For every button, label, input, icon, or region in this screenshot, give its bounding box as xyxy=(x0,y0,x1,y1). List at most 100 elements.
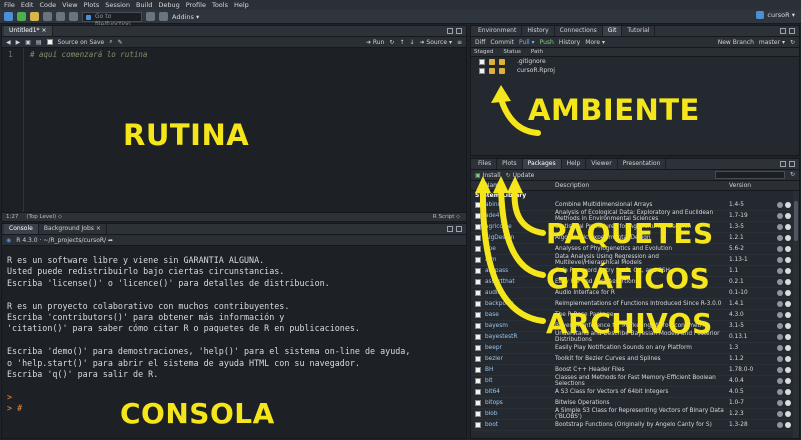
project-menu[interactable]: cursoR ▾ xyxy=(756,11,795,19)
package-row[interactable]: bit64 A S3 Class for Vectors of 64bit Int… xyxy=(471,387,799,398)
col-status[interactable]: Status xyxy=(503,49,521,55)
tab-history[interactable]: History xyxy=(522,26,555,36)
outline-icon[interactable]: ≡ xyxy=(457,39,462,46)
web-icon[interactable] xyxy=(777,422,783,428)
web-icon[interactable] xyxy=(777,246,783,252)
package-row[interactable]: bezier Toolkit for Bezier Curves and Spli… xyxy=(471,354,799,365)
back-icon[interactable]: ◀ xyxy=(6,39,11,46)
remove-package-icon[interactable] xyxy=(785,422,791,428)
source-on-save-checkbox[interactable] xyxy=(46,39,53,45)
remove-package-icon[interactable] xyxy=(785,301,791,307)
save-file-icon[interactable]: ▤ xyxy=(36,39,42,46)
code-editor[interactable]: 1 # aquí comenzará lo rutina RUTINA xyxy=(2,48,466,212)
console-path[interactable]: R 4.3.0 · ~/R_projects/cursoR/ ➦ xyxy=(16,237,113,244)
web-icon[interactable] xyxy=(777,268,783,274)
web-icon[interactable] xyxy=(777,235,783,241)
package-load-checkbox[interactable] xyxy=(475,389,481,395)
scrollbar-thumb[interactable] xyxy=(794,201,798,241)
scope-selector[interactable]: (Top Level) ⬦ xyxy=(26,214,61,221)
wand-icon[interactable]: ✎ xyxy=(118,39,123,46)
web-icon[interactable] xyxy=(777,411,783,417)
package-name[interactable]: BH xyxy=(485,367,555,373)
col-staged[interactable]: Staged xyxy=(474,49,493,55)
stage-checkbox[interactable] xyxy=(479,58,485,65)
package-name[interactable]: blob xyxy=(485,411,555,417)
package-row[interactable]: beepr Easily Play Notification Sounds on … xyxy=(471,343,799,354)
diff-button[interactable]: Diff xyxy=(475,39,485,46)
package-load-checkbox[interactable] xyxy=(475,367,481,373)
remove-package-icon[interactable] xyxy=(785,345,791,351)
web-icon[interactable] xyxy=(777,202,783,208)
menu-item-plots[interactable]: Plots xyxy=(84,1,100,9)
package-load-checkbox[interactable] xyxy=(475,422,481,428)
menu-item-code[interactable]: Code xyxy=(39,1,56,9)
tab-git[interactable]: Git xyxy=(602,26,623,36)
package-name[interactable]: bit xyxy=(485,378,555,384)
file-type-selector[interactable]: R Script ⬦ xyxy=(433,214,460,221)
web-icon[interactable] xyxy=(777,345,783,351)
menu-item-view[interactable]: View xyxy=(62,1,77,9)
down-icon[interactable]: ↓ xyxy=(409,39,414,46)
remove-package-icon[interactable] xyxy=(785,334,791,340)
print-icon[interactable] xyxy=(69,12,78,21)
files-window-controls[interactable] xyxy=(780,161,795,167)
maximize-icon[interactable] xyxy=(456,226,462,232)
remove-package-icon[interactable] xyxy=(785,202,791,208)
remove-package-icon[interactable] xyxy=(785,224,791,230)
menu-item-profile[interactable]: Profile xyxy=(186,1,206,9)
maximize-icon[interactable] xyxy=(789,28,795,34)
web-icon[interactable] xyxy=(777,389,783,395)
web-icon[interactable] xyxy=(777,356,783,362)
remove-package-icon[interactable] xyxy=(785,367,791,373)
col-description[interactable]: Description xyxy=(555,182,725,189)
maximize-icon[interactable] xyxy=(789,161,795,167)
console-window-controls[interactable] xyxy=(447,226,462,232)
minimize-icon[interactable] xyxy=(447,226,453,232)
tab-tutorial[interactable]: Tutorial xyxy=(622,26,656,36)
package-name[interactable]: bitops xyxy=(485,400,555,406)
remove-package-icon[interactable] xyxy=(785,213,791,219)
package-name[interactable]: beepr xyxy=(485,345,555,351)
remove-package-icon[interactable] xyxy=(785,246,791,252)
menu-item-session[interactable]: Session xyxy=(105,1,130,9)
pull-button[interactable]: Pull ▾ xyxy=(519,39,535,46)
editor-tab[interactable]: Untitled1* × xyxy=(4,26,53,36)
git-file-row[interactable]: .gitignore xyxy=(471,57,799,66)
package-row[interactable]: boot Bootstrap Functions (Originally by A… xyxy=(471,420,799,431)
new-branch-button[interactable]: New Branch xyxy=(718,39,754,46)
tab-environment[interactable]: Environment xyxy=(473,26,523,36)
tab-background-jobs[interactable]: Background Jobs × xyxy=(38,224,107,234)
web-icon[interactable] xyxy=(777,367,783,373)
run-button[interactable]: ➜ Run xyxy=(366,39,384,46)
refresh-icon[interactable]: ↻ xyxy=(790,171,795,179)
web-icon[interactable] xyxy=(777,301,783,307)
code-line[interactable]: # aquí comenzará lo rutina xyxy=(30,50,147,59)
save-all-icon[interactable] xyxy=(56,12,65,21)
remove-package-icon[interactable] xyxy=(785,312,791,318)
package-load-checkbox[interactable] xyxy=(475,378,481,384)
col-version[interactable]: Version xyxy=(725,182,765,189)
tab-console[interactable]: Console xyxy=(4,224,39,234)
new-file-icon[interactable] xyxy=(4,12,13,21)
history-button[interactable]: History xyxy=(559,39,580,46)
packages-scrollbar[interactable] xyxy=(793,191,799,438)
package-load-checkbox[interactable] xyxy=(475,345,481,351)
remove-package-icon[interactable] xyxy=(785,411,791,417)
package-load-checkbox[interactable] xyxy=(475,411,481,417)
goto-file-input[interactable]: Go to file/function xyxy=(82,11,142,28)
remove-package-icon[interactable] xyxy=(785,279,791,285)
package-name[interactable]: boot xyxy=(485,422,555,428)
remove-package-icon[interactable] xyxy=(785,323,791,329)
web-icon[interactable] xyxy=(777,378,783,384)
package-name[interactable]: bezier xyxy=(485,356,555,362)
web-icon[interactable] xyxy=(777,224,783,230)
tab-connections[interactable]: Connections xyxy=(554,26,603,36)
web-icon[interactable] xyxy=(777,334,783,340)
web-icon[interactable] xyxy=(777,323,783,329)
package-search-input[interactable] xyxy=(714,171,785,179)
addins-menu[interactable]: Addins ▾ xyxy=(172,13,199,21)
remove-package-icon[interactable] xyxy=(785,268,791,274)
menu-item-file[interactable]: File xyxy=(4,1,15,9)
web-icon[interactable] xyxy=(777,290,783,296)
tab-viewer[interactable]: Viewer xyxy=(586,159,618,169)
